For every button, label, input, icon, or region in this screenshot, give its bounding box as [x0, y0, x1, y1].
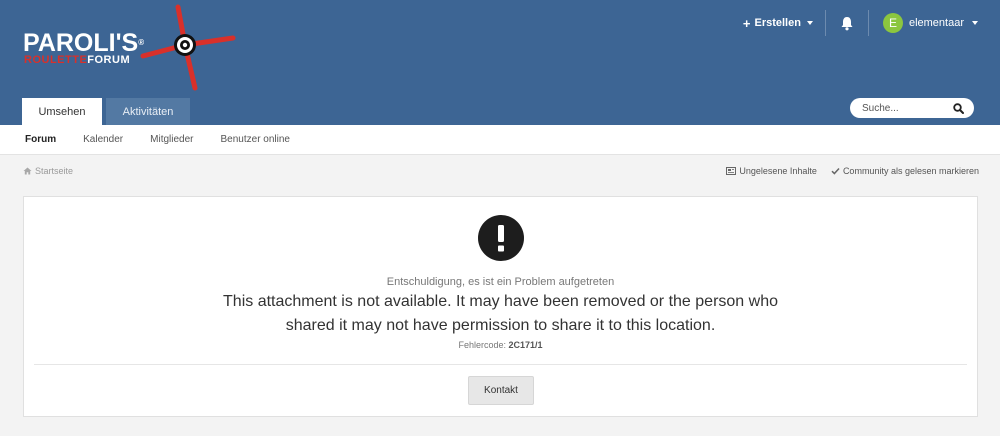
check-icon	[831, 167, 840, 175]
search-placeholder: Suche...	[862, 102, 899, 114]
divider	[34, 364, 967, 365]
error-heading: Entschuldigung, es ist ein Problem aufge…	[386, 276, 615, 288]
create-menu-button[interactable]: + Erstellen	[742, 15, 825, 31]
subnav-item-benutzer-online[interactable]: Benutzer online	[221, 134, 291, 145]
subnav-item-kalender[interactable]: Kalender	[83, 134, 123, 145]
username: elementaar	[908, 17, 964, 29]
search-input[interactable]: Suche...	[850, 98, 974, 118]
subnav-item-mitglieder[interactable]: Mitglieder	[150, 134, 193, 145]
user-menu-button[interactable]: E elementaar	[869, 13, 978, 33]
plus-icon: +	[742, 15, 751, 31]
unread-content-link[interactable]: Ungelesene Inhalte	[726, 166, 817, 176]
caret-down-icon	[972, 21, 978, 25]
roulette-cross-logo-icon	[140, 4, 236, 91]
subnav-item-forum[interactable]: Forum	[25, 134, 56, 145]
exclamation-circle-icon	[478, 215, 524, 261]
site-header: PAROLI'S® ROULETTEFORUM + Erstellen E el…	[0, 0, 1000, 125]
secondary-nav: Forum Kalender Mitglieder Benutzer onlin…	[0, 125, 1000, 155]
notifications-button[interactable]	[826, 10, 868, 36]
tab-umsehen[interactable]: Umsehen	[22, 98, 102, 125]
create-label: Erstellen	[754, 17, 801, 29]
unread-content-label: Ungelesene Inhalte	[739, 166, 817, 176]
search-icon[interactable]	[953, 102, 964, 114]
avatar: E	[882, 13, 903, 33]
error-code-value: 2C171/1	[508, 340, 543, 350]
site-logo[interactable]: PAROLI'S® ROULETTEFORUM	[18, 0, 248, 100]
caret-down-icon	[806, 21, 813, 25]
bell-icon	[841, 16, 853, 30]
error-message: This attachment is not available. It may…	[223, 293, 778, 334]
mark-read-label: Community als gelesen markieren	[842, 166, 979, 176]
breadcrumb-home[interactable]: Startseite	[35, 166, 73, 176]
error-code: Fehlercode: 2C171/1	[24, 340, 977, 350]
contact-button[interactable]: Kontakt	[468, 376, 534, 405]
home-icon	[23, 167, 32, 175]
error-code-label: Fehlercode:	[458, 340, 506, 350]
newspaper-icon	[726, 167, 737, 175]
error-panel: Entschuldigung, es ist ein Problem aufge…	[23, 196, 978, 417]
tab-aktivitaeten[interactable]: Aktivitäten	[106, 98, 190, 125]
mark-community-read-link[interactable]: Community als gelesen markieren	[831, 166, 979, 176]
breadcrumb-actions: Ungelesene Inhalte Community als gelesen…	[726, 166, 979, 176]
logo-subtitle: ROULETTEFORUM	[24, 54, 131, 66]
breadcrumb: Startseite	[23, 166, 73, 176]
logo-title: PAROLI'S®	[23, 29, 145, 57]
user-bar: + Erstellen E elementaar	[743, 10, 978, 36]
